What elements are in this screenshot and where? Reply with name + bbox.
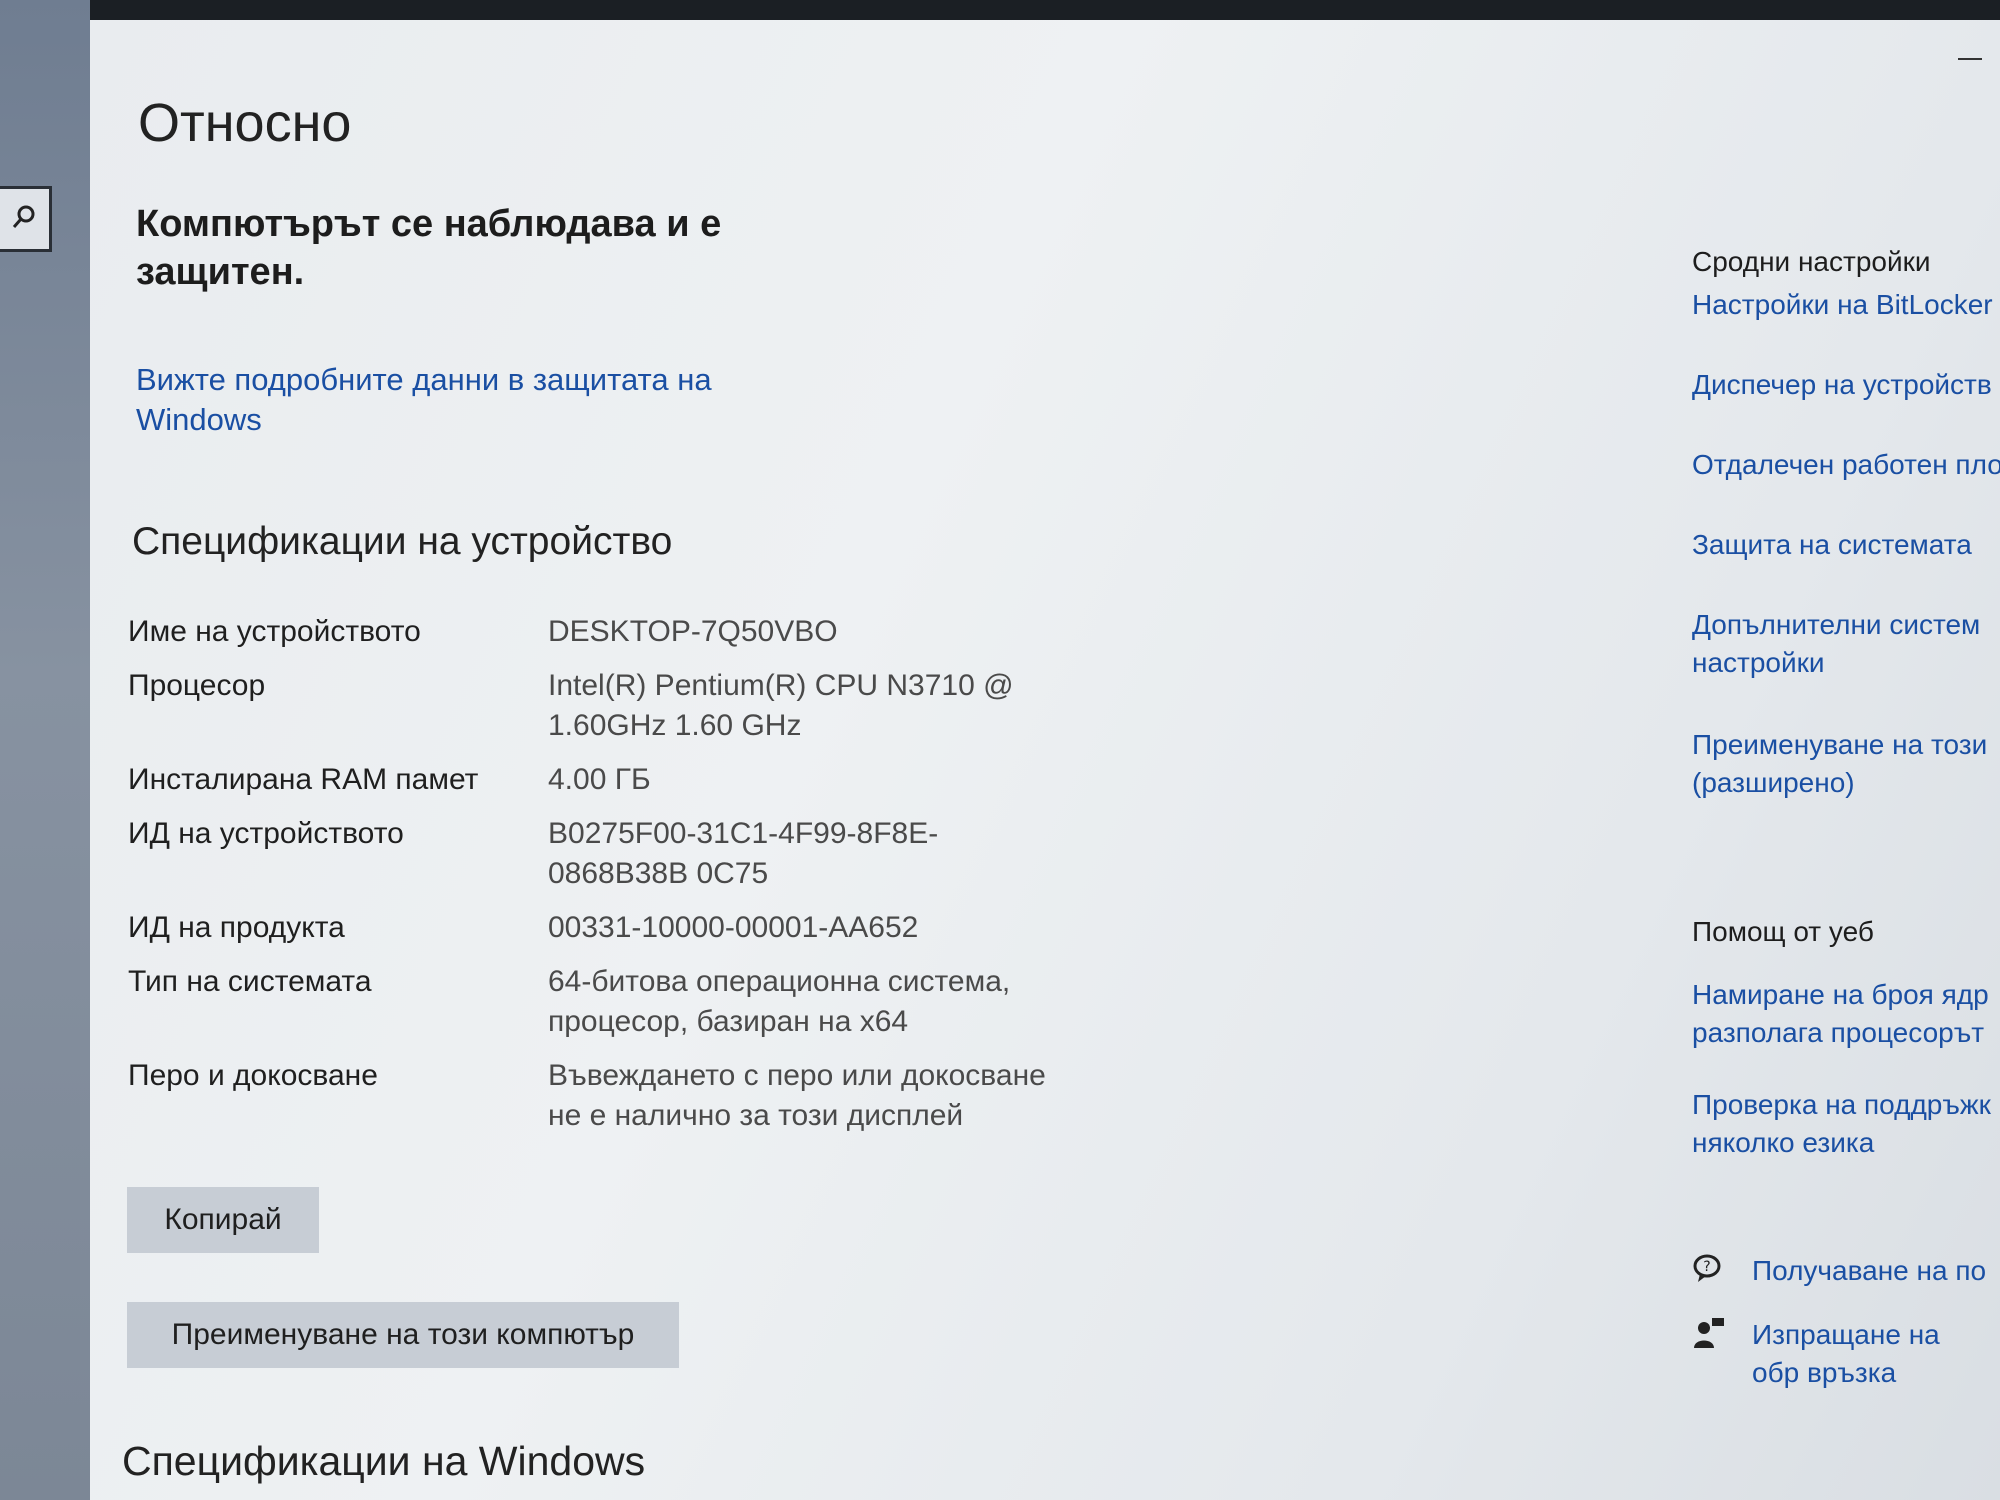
system-protection-link[interactable]: Защита на системата bbox=[1692, 526, 1972, 564]
spec-row-device-id: ИД на устройството B0275F00-31C1-4F99-8F… bbox=[128, 814, 1148, 894]
minimize-button[interactable] bbox=[1958, 58, 1982, 60]
page-title: Относно bbox=[138, 93, 352, 153]
advanced-system-settings-link[interactable]: Допълнителни систем настройки bbox=[1692, 606, 1992, 682]
spec-value: Intel(R) Pentium(R) CPU N3710 @ 1.60GHz … bbox=[548, 669, 1014, 742]
rename-pc-advanced-link[interactable]: Преименуване на този (разширено) bbox=[1692, 726, 1992, 802]
spec-value: B0275F00-31C1-4F99-8F8E-0868B38B 0C75 bbox=[548, 817, 939, 890]
about-page: Относно Компютърът се наблюдава и е защи… bbox=[90, 20, 2000, 1500]
spec-value: 64-битова операционна система, процесор,… bbox=[548, 965, 1011, 1038]
device-specs-title: Спецификации на устройство bbox=[132, 520, 673, 563]
search-button[interactable] bbox=[0, 186, 52, 252]
spec-value: Въвеждането с перо или докосване не е на… bbox=[548, 1059, 1046, 1132]
spec-row-ram: Инсталирана RAM памет 4.00 ГБ bbox=[128, 760, 1148, 800]
web-help-title: Помощ от уеб bbox=[1692, 916, 1874, 947]
remote-desktop-link[interactable]: Отдалечен работен пло bbox=[1692, 446, 2000, 484]
spec-label: Инсталирана RAM памет bbox=[128, 763, 479, 796]
spec-row-device-name: Име на устройството DESKTOP-7Q50VBO bbox=[128, 612, 1148, 652]
spec-label: ИД на продукта bbox=[128, 911, 345, 944]
spec-row-product-id: ИД на продукта 00331-10000-00001-AA652 bbox=[128, 908, 1148, 948]
spec-label: Перо и докосване bbox=[128, 1059, 378, 1092]
spec-label: ИД на устройството bbox=[128, 817, 404, 850]
spec-label: Име на устройството bbox=[128, 615, 421, 648]
spec-label: Процесор bbox=[128, 669, 266, 702]
get-help-link[interactable]: Получаване на по bbox=[1752, 1252, 1986, 1290]
help-chat-icon: ? bbox=[1693, 1254, 1721, 1282]
language-support-help-link[interactable]: Проверка на поддръжк няколко езика bbox=[1692, 1086, 1992, 1162]
feedback-person-icon bbox=[1694, 1318, 1724, 1348]
spec-row-pen-touch: Перо и докосване Въвеждането с перо или … bbox=[128, 1056, 1148, 1136]
device-specs-table: Име на устройството DESKTOP-7Q50VBO Проц… bbox=[128, 612, 1148, 1150]
svg-text:?: ? bbox=[1703, 1259, 1710, 1275]
protection-status: Компютърът се наблюдава и е защитен. bbox=[136, 203, 722, 293]
processor-cores-help-link[interactable]: Намиране на броя ядр разполага процесоръ… bbox=[1692, 976, 1992, 1052]
rename-pc-button[interactable]: Преименуване на този компютър bbox=[127, 1302, 679, 1368]
spec-row-processor: Процесор Intel(R) Pentium(R) CPU N3710 @… bbox=[128, 666, 1148, 746]
security-details-link[interactable]: Вижте подробните данни в защитата на Win… bbox=[136, 360, 776, 440]
top-dark-strip bbox=[0, 0, 2000, 20]
search-icon bbox=[12, 205, 35, 228]
spec-value: 4.00 ГБ bbox=[548, 763, 651, 796]
spec-row-system-type: Тип на системата 64-битова операционна с… bbox=[128, 962, 1148, 1042]
spec-label: Тип на системата bbox=[128, 965, 372, 998]
related-settings-title: Сродни настройки bbox=[1692, 246, 1931, 277]
send-feedback-link[interactable]: Изпращане на обр връзка bbox=[1752, 1316, 1992, 1392]
spec-value: DESKTOP-7Q50VBO bbox=[548, 615, 838, 648]
bitlocker-settings-link[interactable]: Настройки на BitLocker bbox=[1692, 286, 1993, 324]
spec-value: 00331-10000-00001-AA652 bbox=[548, 911, 919, 944]
device-manager-link[interactable]: Диспечер на устройств bbox=[1692, 366, 1992, 404]
copy-button[interactable]: Копирай bbox=[127, 1187, 319, 1253]
windows-specs-title: Спецификации на Windows bbox=[122, 1438, 646, 1484]
